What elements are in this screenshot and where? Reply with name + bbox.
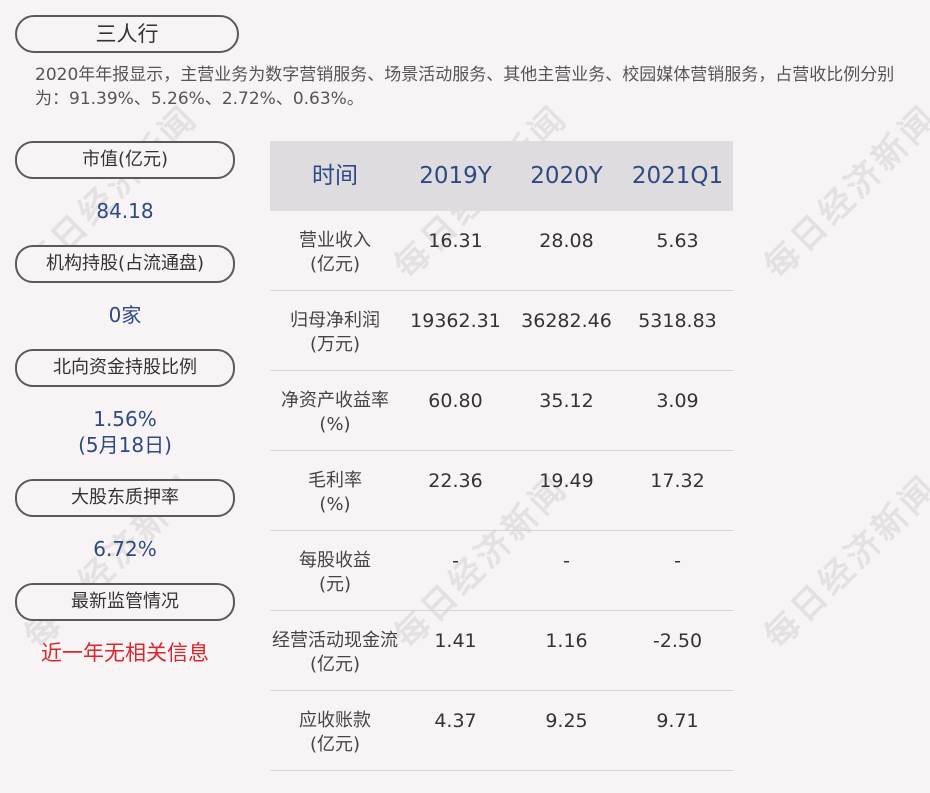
row-value: 16.31 (428, 230, 483, 252)
market-cap-value: 84.18 (96, 199, 154, 223)
row-value: 1.41 (434, 630, 477, 652)
row-value: - (674, 550, 681, 572)
pledge-ratio-value: 6.72% (93, 537, 157, 561)
row-value: - (452, 550, 459, 572)
northbound-ratio-value: 1.56% (93, 407, 157, 431)
header-col: 2020Y (530, 163, 603, 189)
institution-holding-value: 0家 (108, 303, 142, 327)
row-value: 35.12 (539, 390, 594, 412)
table-row: 归母净利润 (万元) 19362.31 36282.46 5318.83 (270, 291, 733, 371)
northbound-ratio-label: 北向资金持股比例 (15, 349, 235, 387)
header-col: 2019Y (419, 163, 492, 189)
row-label: 毛利率 (%) (308, 470, 362, 515)
table-row: 营业收入 (亿元) 16.31 28.08 5.63 (270, 211, 733, 291)
row-value: 17.32 (650, 470, 705, 492)
pledge-ratio-label: 大股东质押率 (15, 479, 235, 517)
row-value: 9.71 (656, 710, 699, 732)
institution-holding-label: 机构持股(占流通盘) (15, 245, 235, 283)
table-row: 经营活动现金流 (亿元) 1.41 1.16 -2.50 (270, 611, 733, 691)
market-cap-label: 市值(亿元) (15, 141, 235, 179)
row-value: 1.16 (545, 630, 588, 652)
row-value: 5.63 (656, 230, 699, 252)
header-col: 2021Q1 (631, 163, 724, 189)
financial-table: 时间 2019Y 2020Y 2021Q1 营业收入 (亿元) 16.31 28.… (270, 141, 733, 771)
table-row: 毛利率 (%) 22.36 19.49 17.32 (270, 451, 733, 531)
row-value: 9.25 (545, 710, 588, 732)
row-value: 19362.31 (410, 310, 501, 332)
company-name: 三人行 (15, 15, 239, 53)
row-label: 营业收入 (亿元) (299, 230, 371, 275)
row-label: 每股收益 (元) (299, 550, 371, 595)
row-value: -2.50 (652, 630, 703, 652)
row-value: 22.36 (428, 470, 483, 492)
row-value: 28.08 (539, 230, 594, 252)
row-value: 36282.46 (521, 310, 612, 332)
table-row: 每股收益 (元) - - - (270, 531, 733, 611)
northbound-ratio-date: (5月18日) (78, 433, 172, 457)
table-row: 净资产收益率 (%) 60.80 35.12 3.09 (270, 371, 733, 451)
table-row: 应收账款 (亿元) 4.37 9.25 9.71 (270, 691, 733, 771)
row-value: 19.49 (539, 470, 594, 492)
row-label: 归母净利润 (万元) (290, 310, 380, 355)
watermark: 每日经济新闻 (756, 97, 930, 287)
row-label: 净资产收益率 (%) (281, 390, 389, 435)
regulation-label: 最新监管情况 (15, 583, 235, 621)
row-value: 5318.83 (638, 310, 717, 332)
row-value: - (563, 550, 570, 572)
business-intro: 2020年年报显示，主营业务为数字营销服务、场景活动服务、其他主营业务、校园媒体… (35, 65, 895, 109)
row-label: 经营活动现金流 (亿元) (272, 630, 398, 675)
row-value: 3.09 (656, 390, 699, 412)
header-time: 时间 (312, 163, 358, 189)
row-value: 4.37 (434, 710, 477, 732)
row-value: 60.80 (428, 390, 483, 412)
regulation-value: 近一年无相关信息 (41, 641, 209, 665)
row-label: 应收账款 (亿元) (299, 710, 371, 755)
table-header: 时间 2019Y 2020Y 2021Q1 (270, 141, 733, 211)
watermark: 每日经济新闻 (756, 467, 930, 657)
